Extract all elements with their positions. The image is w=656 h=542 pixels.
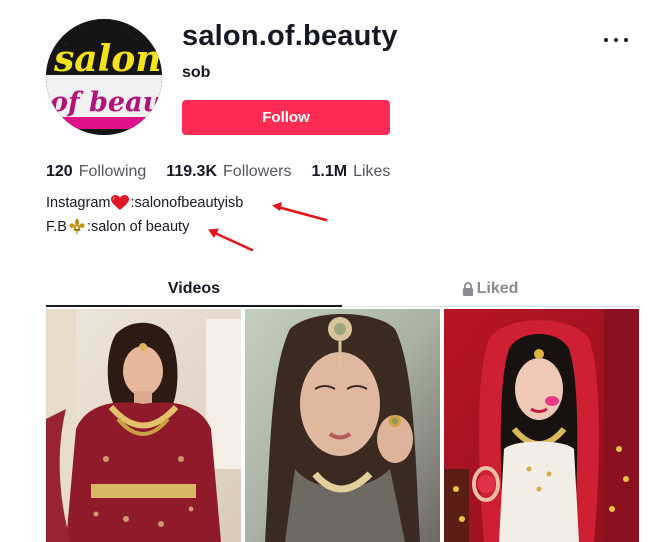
annotation-arrow [208, 228, 254, 252]
profile-tabs: Videos Liked [46, 272, 640, 307]
following-label: Following [78, 163, 147, 180]
bio-instagram-prefix: Instagram [46, 195, 111, 211]
follow-button[interactable]: Follow [182, 100, 390, 135]
tab-liked[interactable]: Liked [342, 272, 638, 306]
bio-instagram-handle: :salonofbeautyisb [130, 195, 244, 211]
dot [604, 38, 608, 42]
lock-icon [462, 282, 474, 296]
red-heart-icon [111, 195, 130, 211]
likes-count: 1.1M [311, 163, 348, 180]
bio-facebook-prefix: F.B [46, 218, 67, 235]
followers-stat[interactable]: 119.3K Followers [166, 163, 291, 181]
avatar-text-line2: of beauty [50, 87, 162, 118]
fleur-de-lis-icon [68, 218, 86, 235]
annotation-arrow [272, 202, 328, 222]
likes-stat: 1.1M Likes [311, 163, 390, 181]
profile-stats: 120 Following 119.3K Followers 1.1M Like… [46, 163, 410, 181]
video-thumbnail[interactable] [444, 309, 639, 542]
bio-facebook-name: :salon of beauty [86, 218, 190, 235]
tab-liked-label: Liked [476, 280, 519, 297]
dot [614, 38, 618, 42]
tab-videos[interactable]: Videos [46, 272, 342, 307]
video-thumbnail[interactable] [245, 309, 440, 542]
bio-line-instagram: Instagram :salonofbeautyisb [46, 195, 243, 211]
following-stat[interactable]: 120 Following [46, 163, 146, 181]
followers-label: Followers [223, 163, 292, 180]
bio-line-facebook: F.B :salon of beauty [46, 218, 189, 235]
username: salon.of.beauty [182, 20, 398, 52]
nickname: sob [182, 64, 211, 81]
video-grid [46, 309, 640, 542]
more-options-icon[interactable] [604, 36, 628, 44]
dot [624, 38, 628, 42]
likes-label: Likes [353, 163, 391, 180]
avatar[interactable]: salon of beauty [46, 19, 162, 135]
followers-count: 119.3K [166, 163, 218, 180]
avatar-text-line1: salon [53, 38, 161, 80]
following-count: 120 [46, 163, 73, 180]
video-thumbnail[interactable] [46, 309, 241, 542]
